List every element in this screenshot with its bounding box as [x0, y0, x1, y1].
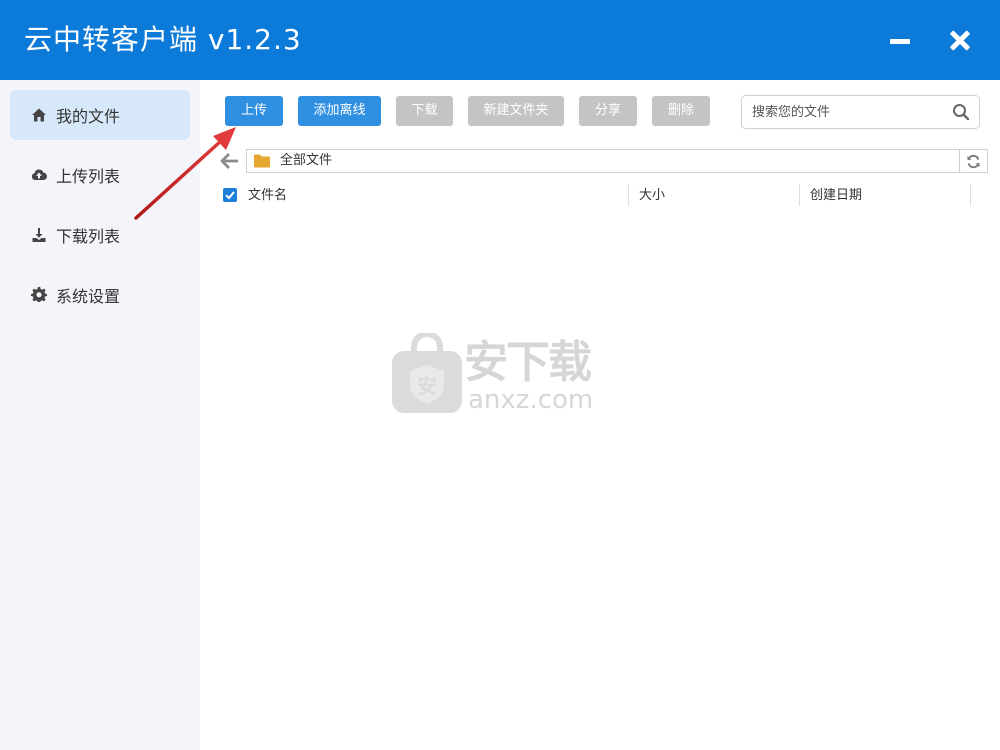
gear-icon [30, 286, 48, 304]
select-all-checkbox[interactable] [223, 188, 237, 202]
sidebar-item-label: 下载列表 [56, 227, 121, 246]
sidebar: 我的文件 上传列表 下载列表 系统设置 [0, 80, 200, 750]
sidebar-item-label: 上传列表 [56, 167, 121, 186]
back-arrow-icon[interactable] [220, 151, 240, 171]
cloud-upload-icon [30, 166, 48, 184]
sidebar-item-settings[interactable]: 系统设置 [10, 270, 190, 320]
sidebar-item-label: 系统设置 [56, 287, 121, 306]
upload-button[interactable]: 上传 [225, 96, 283, 126]
sidebar-item-download-list[interactable]: 下载列表 [10, 210, 190, 260]
home-icon [30, 106, 48, 124]
refresh-button[interactable] [960, 149, 988, 173]
path-bar: 全部文件 [246, 149, 960, 173]
sidebar-item-my-files[interactable]: 我的文件 [10, 90, 190, 140]
watermark-domain: anxz.com [468, 385, 594, 415]
search-box [741, 95, 980, 129]
shopping-bag-icon: 安 [392, 333, 462, 413]
column-header-filename[interactable]: 文件名 [248, 186, 287, 206]
watermark-chinese: 安下载 [464, 337, 592, 388]
column-divider [628, 184, 629, 206]
delete-button[interactable]: 删除 [652, 96, 710, 126]
sidebar-item-upload-list[interactable]: 上传列表 [10, 150, 190, 200]
current-path[interactable]: 全部文件 [280, 150, 332, 172]
title-bar: 云中转客户端 v1.2.3 [0, 0, 1000, 80]
watermark-badge: 安 [417, 374, 437, 398]
new-folder-button[interactable]: 新建文件夹 [468, 96, 564, 126]
share-button[interactable]: 分享 [579, 96, 637, 126]
watermark-logo: 安 安下载 anxz.com [392, 333, 607, 415]
column-header-size[interactable]: 大小 [639, 186, 665, 206]
column-divider [970, 184, 971, 206]
search-input[interactable] [752, 96, 942, 128]
download-button[interactable]: 下载 [396, 96, 453, 126]
column-header-created-date[interactable]: 创建日期 [810, 186, 862, 206]
minimize-icon[interactable] [884, 24, 916, 56]
download-icon [30, 226, 48, 244]
column-divider [799, 184, 800, 206]
refresh-icon [967, 154, 980, 169]
app-title: 云中转客户端 v1.2.3 [24, 23, 302, 56]
sidebar-item-label: 我的文件 [56, 107, 121, 126]
add-offline-button[interactable]: 添加离线 [298, 96, 381, 126]
close-icon[interactable] [944, 24, 976, 56]
search-icon[interactable] [952, 103, 970, 121]
folder-icon [254, 154, 270, 168]
